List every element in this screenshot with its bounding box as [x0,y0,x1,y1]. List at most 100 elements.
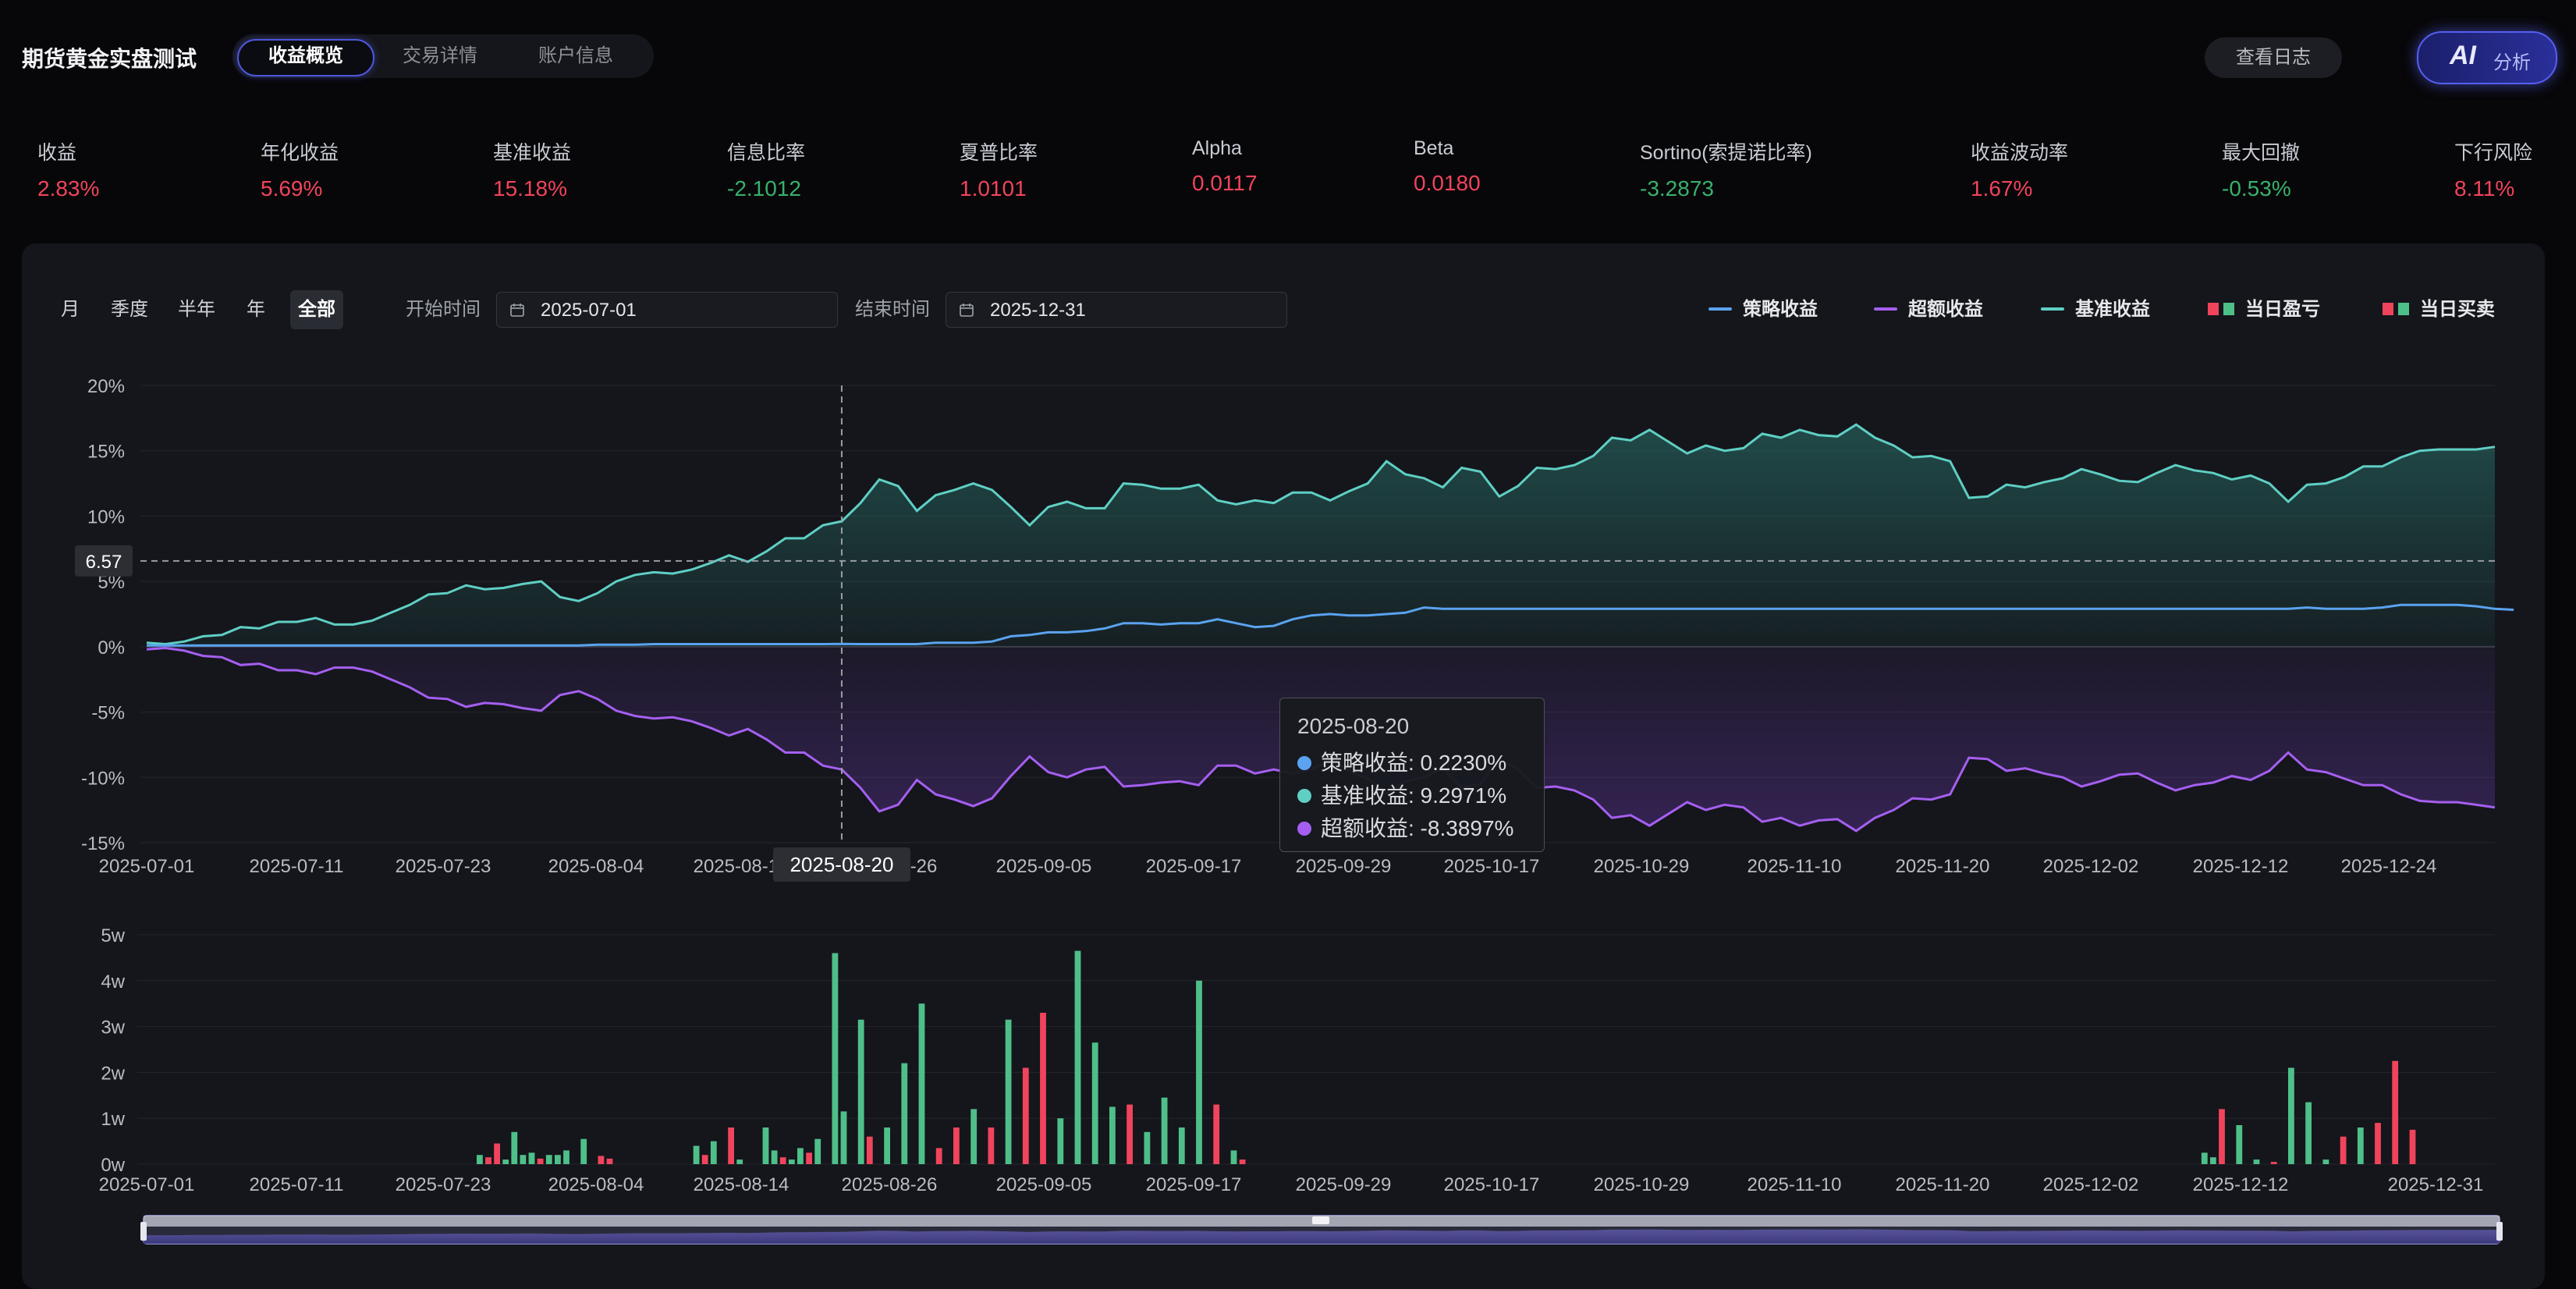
tooltip-text: 超额收益: -8.3897% [1321,816,1514,840]
bar-x-tick-label: 2025-10-17 [1444,1174,1540,1195]
volume-bar [935,1148,942,1164]
x-tick-label: 2025-07-23 [396,856,491,877]
volume-bar [2201,1152,2208,1164]
bar-x-tick-label: 2025-07-01 [99,1174,195,1195]
volume-bar [797,1148,804,1164]
bar-x-tick-label: 2025-08-14 [694,1174,789,1195]
volume-bar [866,1136,873,1164]
x-tick-label: 2025-07-11 [250,856,344,877]
volume-bar [2322,1159,2329,1164]
volume-bar [814,1138,821,1164]
tooltip-text: 策略收益: 0.2230% [1321,751,1507,775]
bar-x-tick-label: 2025-07-11 [250,1174,344,1195]
volume-bar [520,1155,527,1164]
x-tick-label: 2025-12-02 [2043,856,2139,877]
volume-bar [884,1127,890,1164]
volume-bar [1178,1127,1185,1164]
bar-y-tick-label: 1w [101,1109,125,1130]
bar-x-tick-label: 2025-11-10 [1747,1174,1842,1195]
volume-bar [1161,1097,1168,1164]
volume-bar [2253,1159,2260,1164]
volume-bar [2375,1123,2381,1164]
bar-y-tick-label: 2w [101,1063,125,1084]
bar-x-tick-label: 2025-12-31 [2388,1174,2484,1195]
volume-bar [2340,1136,2347,1164]
y-tick-label: -5% [91,703,125,724]
returns-chart-svg[interactable]: 20%15%10%5%0%-5%-10%-15% 2025-07-01 2025-… [0,0,2576,1289]
volume-bar [2409,1129,2416,1164]
tooltip-row-strategy: 策略收益: 0.2230% [1297,747,1527,779]
y-tick-label: 20% [87,376,125,397]
x-tick-label: 2025-07-01 [99,856,195,877]
tooltip-text: 基准收益: 9.2971% [1321,783,1507,808]
volume-bar [736,1159,743,1164]
volume-bar [606,1158,613,1164]
bar-x-tick-label: 2025-09-29 [1296,1174,1392,1195]
volume-bar [1005,1019,1012,1164]
volume-bar [555,1155,561,1164]
tooltip-date: 2025-08-20 [1297,714,1410,738]
volume-bar [563,1150,569,1164]
volume-bar [2288,1067,2294,1164]
volume-bar [1091,1042,1098,1164]
volume-bar [918,1003,925,1164]
volume-bar [2219,1109,2225,1164]
volume-bar [779,1157,786,1164]
y-tick-label: -10% [81,768,125,789]
volume-bar [1022,1067,1029,1164]
volume-bar [2392,1060,2399,1164]
volume-bar [1040,1013,1046,1164]
volume-bar [771,1150,778,1164]
bar-x-tick-label: 2025-12-12 [2193,1174,2289,1195]
tooltip-dot-icon [1297,755,1311,770]
bar-x-tick-label: 2025-09-05 [996,1174,1092,1195]
volume-bar [2305,1102,2312,1164]
x-tick-label: 2025-12-24 [2341,856,2437,877]
zoom-right-handle [2496,1222,2503,1241]
bar-x-tick-label: 2025-07-23 [396,1174,491,1195]
volume-bar [901,1063,908,1164]
volume-bar [806,1152,812,1164]
zoom-slider[interactable] [140,1215,2503,1245]
tooltip-dot-icon [1297,788,1311,803]
x-tick-label: 2025-10-29 [1594,856,1690,877]
x-tick-label: 2025-10-17 [1444,856,1540,877]
volume-bar [988,1127,995,1164]
volume-bar [1239,1159,1246,1164]
volume-bar [1230,1150,1237,1164]
volume-bar [1057,1118,1064,1164]
volume-bar [701,1155,708,1164]
x-tick-label: 2025-11-20 [1896,856,1990,877]
bar-x-tick-label: 2025-08-04 [548,1174,644,1195]
volume-bar [545,1155,552,1164]
bar-x-tick-label: 2025-11-20 [1896,1174,1990,1195]
volume-bar [970,1109,978,1164]
x-tick-label: 2025-08-04 [548,856,644,877]
benchmark-area [147,424,2495,647]
bar-x-tick-label: 2025-12-02 [2043,1174,2139,1195]
bar-y-tick-label: 5w [101,925,125,946]
volume-bar [502,1159,509,1164]
x-tick-label: 2025-12-12 [2193,856,2289,877]
volume-bar [598,1156,605,1164]
volume-bar [1109,1106,1116,1164]
volume-bar [485,1157,491,1164]
volume-bar [693,1145,700,1164]
y-tick-label: -15% [81,833,125,854]
volume-bar [857,1019,864,1164]
bar-y-tick-label: 4w [101,971,125,992]
volume-bar [2270,1162,2277,1164]
volume-bar [762,1127,769,1164]
y-tick-label: 0% [98,637,125,659]
tooltip-row-excess: 超额收益: -8.3897% [1297,812,1527,845]
volume-bar [537,1158,544,1164]
volume-bar [2236,1125,2243,1164]
y-tick-label: 15% [87,442,125,463]
bar-y-tick-label: 3w [101,1017,125,1039]
chart-tooltip: 2025-08-20 策略收益: 0.2230% 基准收益: 9.2971% 超… [1279,698,1545,852]
volume-bar [1144,1131,1151,1164]
tooltip-row-benchmark: 基准收益: 9.2971% [1297,779,1527,812]
volume-bar [788,1159,795,1164]
y-tick-label: 10% [87,506,125,527]
volume-bar [1074,950,1081,1164]
